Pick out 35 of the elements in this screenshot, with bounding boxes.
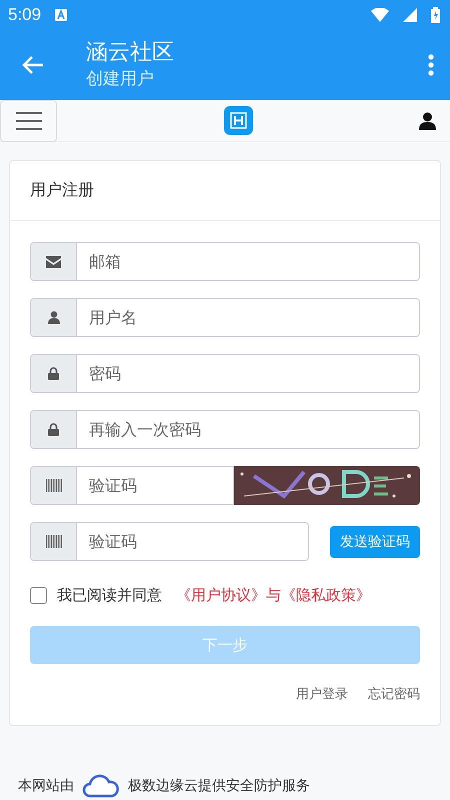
input-field[interactable]: 用户名 xyxy=(30,298,420,337)
policy-link[interactable]: 《用户协议》与《隐私政策》 xyxy=(176,586,371,605)
footer-link[interactable]: 用户登录 xyxy=(296,685,348,703)
more-icon[interactable] xyxy=(428,54,434,76)
cloud-icon xyxy=(82,774,120,798)
notification-icon xyxy=(55,9,68,21)
back-arrow-icon[interactable] xyxy=(22,56,44,74)
user-icon[interactable] xyxy=(419,112,436,130)
barcode-icon xyxy=(46,535,62,548)
footer-link[interactable]: 忘记密码 xyxy=(368,685,420,703)
agree-label: 我已阅读并同意 xyxy=(57,586,162,605)
lock-icon xyxy=(48,367,59,380)
wifi-icon xyxy=(371,8,389,22)
app-subtitle: 创建用户 xyxy=(86,68,155,91)
app-title: 涵云社区 xyxy=(86,39,175,67)
card-title: 用户注册 xyxy=(30,180,94,201)
input-field[interactable]: 邮箱 xyxy=(30,242,420,281)
status-time: 5:09 xyxy=(8,5,42,25)
footer-text: 极数边缘云提供安全防护服务 xyxy=(128,777,310,795)
battery-icon xyxy=(431,7,440,23)
menu-button[interactable] xyxy=(0,100,57,142)
menu-icon[interactable] xyxy=(16,112,42,130)
send-code-button[interactable]: 发送验证码 xyxy=(330,526,420,558)
user-icon xyxy=(48,311,60,324)
agree-checkbox[interactable] xyxy=(30,587,47,604)
footer-text: 本网站由 xyxy=(18,777,74,795)
input-field[interactable]: 再输入一次密码 xyxy=(30,410,420,449)
logo-icon[interactable] xyxy=(224,106,252,135)
lock-icon xyxy=(48,423,59,436)
input-field[interactable]: 密码 xyxy=(30,354,420,393)
captcha-field[interactable]: 验证码 xyxy=(30,466,234,505)
barcode-icon xyxy=(46,479,62,492)
code-field[interactable]: 验证码 xyxy=(30,522,309,561)
envelope-icon xyxy=(46,256,61,268)
signal-icon xyxy=(403,8,417,22)
